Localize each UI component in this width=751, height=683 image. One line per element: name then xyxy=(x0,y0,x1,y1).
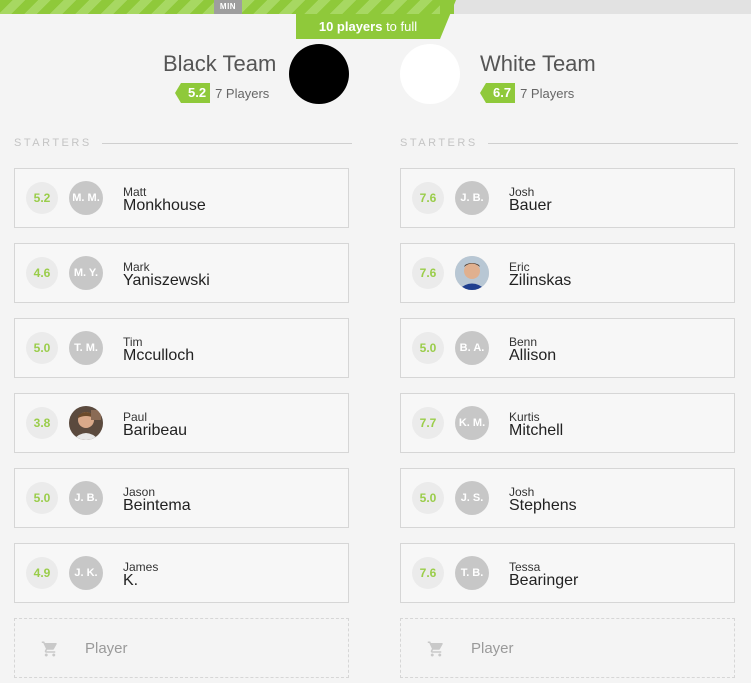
add-player-label: Player xyxy=(85,640,128,657)
player-photo-icon xyxy=(69,406,103,440)
black-team-name: Black Team xyxy=(163,51,277,76)
player-rating: 5.0 xyxy=(26,332,58,364)
player-card[interactable]: 7.6 J. B. Josh Bauer xyxy=(400,168,735,228)
white-team-count: 7 Players xyxy=(520,85,575,101)
player-photo-icon xyxy=(455,256,489,290)
players-needed: 10 players xyxy=(318,19,383,34)
avatar: M. M. xyxy=(69,181,103,215)
black-team-roster: 5.2 M. M. Matt Monkhouse 4.6 M. Y. Mark Yanisze… xyxy=(14,168,349,678)
player-rating: 4.9 xyxy=(26,557,58,589)
player-last-name: Yaniszewski xyxy=(123,272,210,289)
player-last-name: Mcculloch xyxy=(123,347,195,364)
player-last-name: Bearinger xyxy=(509,572,579,589)
player-rating: 7.6 xyxy=(412,182,444,214)
black-team-meta: 5.2 7 Players xyxy=(174,83,270,103)
avatar: J. B. xyxy=(69,481,103,515)
white-team-rating: 6.7 xyxy=(479,83,516,103)
add-player-slot[interactable]: Player xyxy=(14,618,349,678)
player-rating: 5.0 xyxy=(26,482,58,514)
player-rating: 7.6 xyxy=(412,257,444,289)
player-card[interactable]: 7.7 K. M. Kurtis Mitchell xyxy=(400,393,735,453)
player-card[interactable]: 4.6 M. Y. Mark Yaniszewski xyxy=(14,243,349,303)
white-team-color-swatch xyxy=(400,44,460,104)
player-last-name: Beintema xyxy=(123,497,191,514)
player-card[interactable]: 5.0 J. S. Josh Stephens xyxy=(400,468,735,528)
avatar xyxy=(455,256,489,290)
player-rating: 5.0 xyxy=(412,332,444,364)
player-card[interactable]: 7.6 Eric Zilinskas xyxy=(400,243,735,303)
player-last-name: K. xyxy=(123,572,139,589)
min-marker: MIN xyxy=(214,0,242,14)
black-team-rating: 5.2 xyxy=(174,83,211,103)
player-last-name: Stephens xyxy=(509,497,577,514)
player-card[interactable]: 4.9 J. K. James K. xyxy=(14,543,349,603)
add-player-slot[interactable]: Player xyxy=(400,618,735,678)
player-card[interactable]: 5.0 B. A. Benn Allison xyxy=(400,318,735,378)
black-team-color-swatch xyxy=(289,44,349,104)
player-last-name: Bauer xyxy=(509,197,552,214)
avatar: B. A. xyxy=(455,331,489,365)
player-card[interactable]: 5.0 J. B. Jason Beintema xyxy=(14,468,349,528)
roster-progress-track xyxy=(0,0,751,14)
cart-icon xyxy=(427,641,443,657)
add-player-label: Player xyxy=(471,640,514,657)
avatar: T. B. xyxy=(455,556,489,590)
to-full-suffix: to full xyxy=(382,19,418,34)
white-starters-heading: STARTERS xyxy=(400,137,738,149)
avatar: K. M. xyxy=(455,406,489,440)
player-card[interactable]: 3.8 Paul Baribeau xyxy=(14,393,349,453)
player-rating: 4.6 xyxy=(26,257,58,289)
to-full-badge-corner xyxy=(440,0,456,39)
players-to-full-badge: 10 players to full xyxy=(296,14,440,39)
player-rating: 5.2 xyxy=(26,182,58,214)
divider xyxy=(101,142,352,144)
avatar: J. K. xyxy=(69,556,103,590)
avatar: J. S. xyxy=(455,481,489,515)
player-rating: 5.0 xyxy=(412,482,444,514)
player-last-name: Monkhouse xyxy=(123,197,206,214)
player-card[interactable]: 7.6 T. B. Tessa Bearinger xyxy=(400,543,735,603)
white-team-roster: 7.6 J. B. Josh Bauer 7.6 Eric Zilinskas 5.0 B. A… xyxy=(400,168,735,678)
black-starters-heading: STARTERS xyxy=(14,137,352,149)
white-starters-label: STARTERS xyxy=(400,137,478,149)
player-last-name: Zilinskas xyxy=(509,272,572,289)
player-last-name: Baribeau xyxy=(123,422,188,439)
white-team-meta: 6.7 7 Players xyxy=(479,83,575,103)
player-rating: 3.8 xyxy=(26,407,58,439)
divider xyxy=(487,142,738,144)
avatar: M. Y. xyxy=(69,256,103,290)
player-card[interactable]: 5.2 M. M. Matt Monkhouse xyxy=(14,168,349,228)
avatar: J. B. xyxy=(455,181,489,215)
cart-icon xyxy=(41,641,57,657)
player-rating: 7.6 xyxy=(412,557,444,589)
black-starters-label: STARTERS xyxy=(14,137,92,149)
player-rating: 7.7 xyxy=(412,407,444,439)
black-team-count: 7 Players xyxy=(215,85,270,101)
avatar xyxy=(69,406,103,440)
white-team-name: White Team xyxy=(480,51,596,76)
avatar: T. M. xyxy=(69,331,103,365)
player-last-name: Mitchell xyxy=(509,422,564,439)
player-card[interactable]: 5.0 T. M. Tim Mcculloch xyxy=(14,318,349,378)
player-last-name: Allison xyxy=(509,347,557,364)
